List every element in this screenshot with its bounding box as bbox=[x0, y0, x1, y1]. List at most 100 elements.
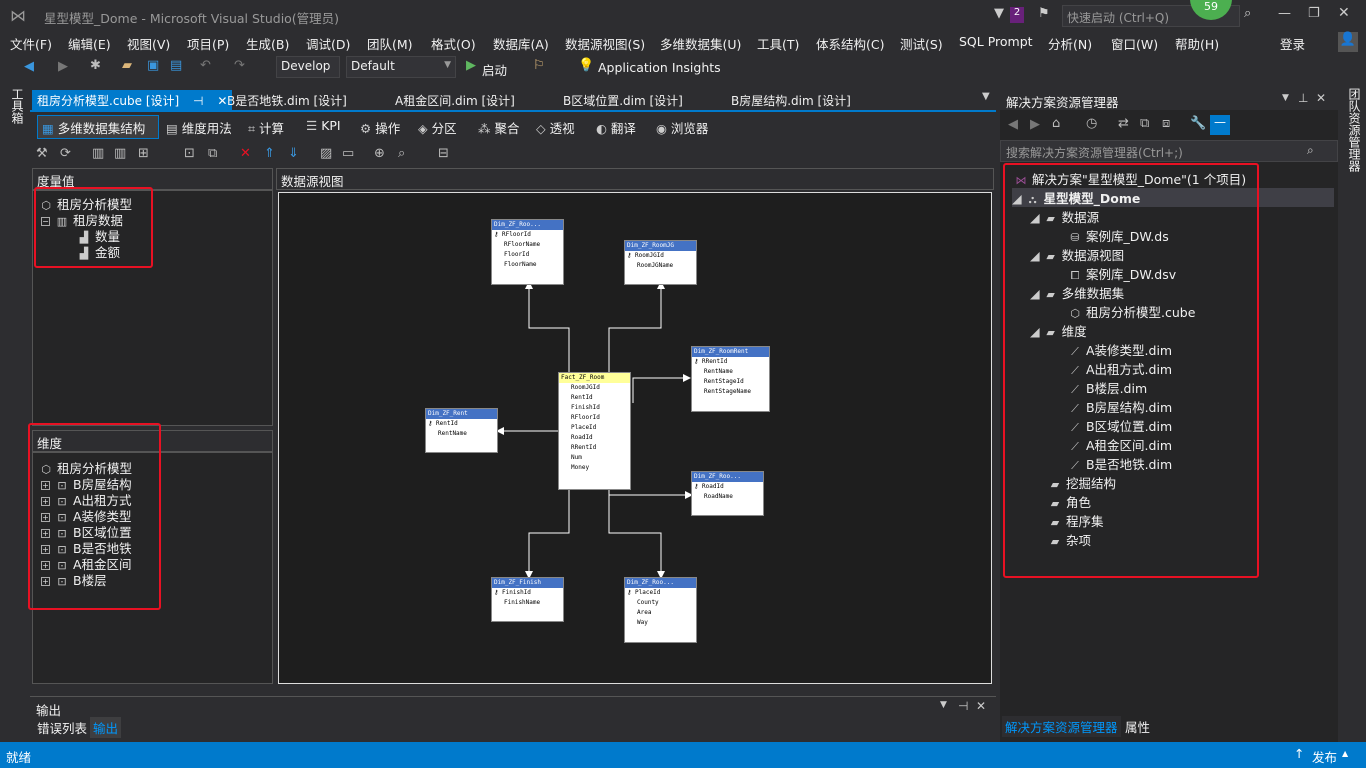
preview-icon[interactable]: — bbox=[1210, 115, 1230, 135]
dsv-table[interactable]: Dim_ZF_Roo... ⚷ RoadId RoadName bbox=[691, 471, 764, 516]
add-dimension-icon[interactable]: ⊡ bbox=[184, 146, 195, 161]
dsv-canvas[interactable]: Dim_ZF_Roo... ⚷ RFloorId RFloorName Floo… bbox=[278, 192, 992, 684]
close-icon[interactable]: ✕ bbox=[1338, 5, 1350, 21]
menu-help[interactable]: 帮助(H) bbox=[1175, 34, 1219, 53]
tab-cube-structure[interactable]: ▦ 多维数据集结构 bbox=[37, 115, 159, 139]
layout-icon[interactable]: ⊟ bbox=[438, 146, 449, 161]
process-icon[interactable]: ⚒ bbox=[36, 146, 48, 161]
pin-icon[interactable]: ⊣ bbox=[958, 699, 968, 713]
home-icon[interactable]: ⌂ bbox=[1052, 116, 1060, 131]
tab-kpi[interactable]: ☰ KPI bbox=[302, 116, 345, 138]
new-measure-icon[interactable]: ▥ bbox=[92, 146, 104, 161]
menu-tools[interactable]: 工具(T) bbox=[757, 34, 799, 53]
zoom-icon[interactable]: ⌕ bbox=[398, 146, 405, 161]
undo-icon[interactable]: ↶ bbox=[200, 58, 211, 73]
dsv-table[interactable]: Dim_ZF_Finish ⚷ FinishId FinishName bbox=[491, 577, 564, 622]
application-insights-button[interactable]: Application Insights bbox=[598, 60, 721, 75]
tab-rent-range-dim[interactable]: A租金区间.dim [设计] bbox=[390, 90, 520, 110]
menu-analyze[interactable]: 分析(N) bbox=[1048, 34, 1092, 53]
menu-file[interactable]: 文件(F) bbox=[10, 34, 52, 53]
zoom-fit-icon[interactable]: ⊕ bbox=[374, 146, 385, 161]
tab-actions[interactable]: ⚙ 操作 bbox=[356, 116, 404, 138]
tab-error-list[interactable]: 错误列表 bbox=[34, 717, 90, 738]
feedback-icon[interactable]: ⚑ bbox=[1038, 6, 1050, 21]
platform-dropdown[interactable]: Default ▼ bbox=[346, 56, 456, 78]
tab-structure-dim[interactable]: B房屋结构.dim [设计] bbox=[726, 90, 856, 110]
refresh-icon[interactable]: ⟳ bbox=[60, 146, 71, 161]
menu-view[interactable]: 视图(V) bbox=[127, 34, 170, 53]
tab-translations[interactable]: ◐ 翻译 bbox=[592, 116, 640, 138]
tab-properties[interactable]: 属性 bbox=[1122, 716, 1153, 737]
properties-icon[interactable]: 🔧 bbox=[1190, 116, 1206, 131]
solution-search[interactable]: 搜索解决方案资源管理器(Ctrl+;) ⌕ bbox=[1000, 140, 1338, 162]
delete-icon[interactable]: ✕ bbox=[240, 146, 251, 161]
tab-output[interactable]: 输出 bbox=[90, 717, 122, 738]
history-icon[interactable]: ◷ bbox=[1086, 116, 1097, 131]
close-icon[interactable]: ✕ bbox=[1316, 91, 1326, 105]
tab-list-icon[interactable]: ▼ bbox=[982, 91, 990, 102]
dsv-table[interactable]: Dim_ZF_Roo... ⚷ RFloorId RFloorName Floo… bbox=[491, 219, 564, 285]
tab-aggregations[interactable]: ⁂ 聚合 bbox=[474, 116, 524, 138]
login-link[interactable]: 登录 bbox=[1280, 34, 1305, 53]
save-all-icon[interactable]: ▤ bbox=[170, 58, 182, 73]
chevron-down-icon[interactable]: ▼ bbox=[1282, 93, 1289, 103]
sync-icon[interactable]: ⇄ bbox=[1118, 116, 1129, 131]
tab-partitions[interactable]: ◈ 分区 bbox=[414, 116, 461, 138]
back-icon[interactable]: ◀ bbox=[24, 59, 34, 74]
save-icon[interactable]: ▣ bbox=[147, 58, 159, 73]
menu-build[interactable]: 生成(B) bbox=[246, 34, 289, 53]
close-icon[interactable]: ✕ bbox=[976, 699, 986, 713]
new-measure-group-icon[interactable]: ▥ bbox=[114, 146, 126, 161]
attach-icon[interactable]: ⚐ bbox=[533, 58, 545, 73]
menu-window[interactable]: 窗口(W) bbox=[1111, 34, 1158, 53]
menu-architecture[interactable]: 体系结构(C) bbox=[816, 34, 884, 53]
publish-arrow-icon[interactable]: ↑ bbox=[1294, 746, 1304, 761]
menu-database[interactable]: 数据库(A) bbox=[493, 34, 549, 53]
menu-cube[interactable]: 多维数据集(U) bbox=[660, 34, 741, 53]
tab-dimension-usage[interactable]: ▤ 维度用法 bbox=[162, 116, 236, 138]
pin-icon[interactable]: ⊥ bbox=[1298, 91, 1308, 105]
configuration-dropdown[interactable]: Develop bbox=[276, 56, 340, 78]
maximize-icon[interactable]: ❐ bbox=[1308, 6, 1320, 21]
solution-search-input[interactable]: 搜索解决方案资源管理器(Ctrl+;) bbox=[1006, 144, 1183, 161]
show-all-icon[interactable]: ▨ bbox=[320, 146, 332, 161]
publish-button[interactable]: 发布 bbox=[1312, 747, 1337, 766]
chevron-down-icon[interactable]: ▼ bbox=[940, 700, 947, 710]
tab-calculations[interactable]: ⌗ 计算 bbox=[244, 116, 288, 138]
new-item-icon[interactable]: ✱ bbox=[90, 58, 101, 73]
menu-test[interactable]: 测试(S) bbox=[900, 34, 943, 53]
tab-metro-dim[interactable]: B是否地铁.dim [设计] bbox=[222, 90, 352, 110]
show-all-files-icon[interactable]: ⧈ bbox=[1162, 116, 1170, 131]
hide-icon[interactable]: ▭ bbox=[342, 146, 354, 161]
forward-icon[interactable]: ▶ bbox=[1030, 117, 1040, 132]
forward-icon[interactable]: ▶ bbox=[58, 59, 68, 74]
open-icon[interactable]: ▰ bbox=[122, 58, 132, 73]
grid-icon[interactable]: ⊞ bbox=[138, 146, 149, 161]
tab-region-dim[interactable]: B区域位置.dim [设计] bbox=[558, 90, 688, 110]
dsv-table[interactable]: Dim_ZF_Roo... ⚷ PlaceId County Area Way bbox=[624, 577, 697, 643]
tab-cube-design[interactable]: 租房分析模型.cube [设计] ⊣ ✕ bbox=[32, 90, 233, 110]
start-button[interactable]: 启动 bbox=[482, 60, 507, 79]
pin-icon[interactable]: ⊣ bbox=[193, 94, 203, 108]
dsv-table[interactable]: Dim_ZF_RoomJG ⚷ RoomJGId RoomJGName bbox=[624, 240, 697, 285]
move-up-icon[interactable]: ⇑ bbox=[264, 146, 275, 161]
tab-perspectives[interactable]: ◇ 透视 bbox=[532, 116, 579, 138]
search-icon[interactable]: ⌕ bbox=[1307, 143, 1314, 158]
menu-sql-prompt[interactable]: SQL Prompt bbox=[959, 34, 1033, 49]
menu-project[interactable]: 项目(P) bbox=[187, 34, 229, 53]
back-icon[interactable]: ◀ bbox=[1008, 117, 1018, 132]
insights-icon[interactable]: 💡 bbox=[578, 58, 594, 73]
menu-format[interactable]: 格式(O) bbox=[431, 34, 476, 53]
menu-debug[interactable]: 调试(D) bbox=[306, 34, 350, 53]
search-icon[interactable]: ⌕ bbox=[1244, 6, 1251, 21]
menu-team[interactable]: 团队(M) bbox=[367, 34, 413, 53]
menu-edit[interactable]: 编辑(E) bbox=[68, 34, 111, 53]
tab-solution-explorer[interactable]: 解决方案资源管理器 bbox=[1002, 716, 1121, 737]
redo-icon[interactable]: ↷ bbox=[234, 58, 245, 73]
menu-dsv[interactable]: 数据源视图(S) bbox=[565, 34, 645, 53]
user-avatar-icon[interactable]: 👤 bbox=[1338, 32, 1358, 52]
notification-badge[interactable]: 2 bbox=[1010, 7, 1024, 23]
toolbox-tab[interactable]: 工具箱 bbox=[9, 88, 26, 124]
chevron-up-icon[interactable]: ▲ bbox=[1342, 749, 1348, 758]
start-icon[interactable]: ▶ bbox=[466, 58, 476, 73]
